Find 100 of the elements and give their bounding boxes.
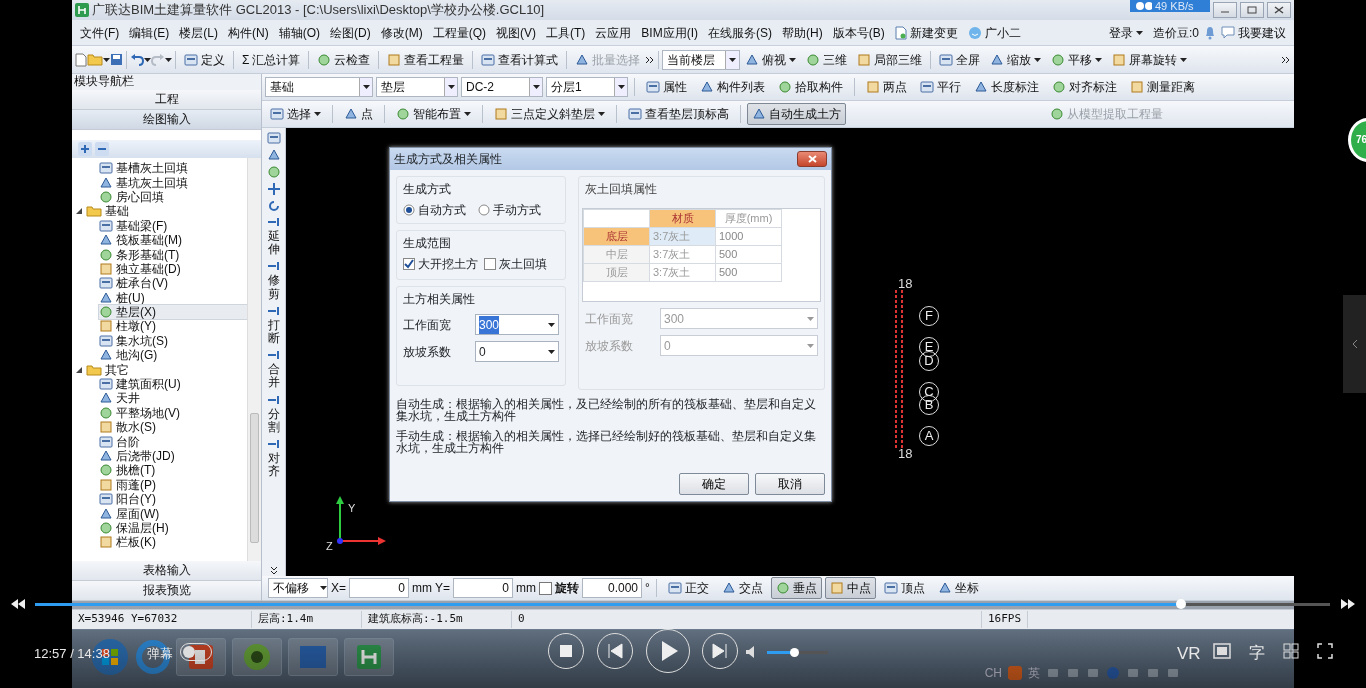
menu-item[interactable]: 帮助(H) [777,23,828,42]
tree-item[interactable]: 台阶 [99,434,247,449]
toolbar-button[interactable]: 自动生成土方 [747,103,846,125]
menu-item[interactable]: 文件(F) [75,23,125,42]
menu-item[interactable]: 楼层(L) [174,23,223,42]
dialog-button[interactable]: 取消 [755,473,825,495]
menu-item[interactable]: 视图(V) [491,23,541,42]
minus-icon[interactable] [95,142,109,156]
menu-item[interactable]: BIM应用(I) [636,23,703,42]
undo-icon[interactable] [130,53,144,66]
progress-thumb[interactable] [1176,599,1187,609]
toolbar-button[interactable]: 平行 [915,76,966,98]
tree-item[interactable]: 房心回填 [99,189,247,205]
nav-tab[interactable]: 绘图输入 [72,110,261,130]
tree-item[interactable]: 独立基础(D) [99,261,247,277]
tree-group[interactable]: 基础 [105,204,129,219]
fullscreen-icon[interactable] [1317,643,1333,659]
tree-item[interactable]: 筏板基础(M) [99,232,247,248]
toolbar-button[interactable]: 全屏 [934,48,986,71]
tree-item[interactable]: 天井 [99,391,247,406]
toolbar-button[interactable]: 构件列表 [695,76,770,98]
menu-item[interactable]: 编辑(E) [124,23,175,42]
toolbar-button[interactable]: 平移 [1046,48,1108,71]
menu-button[interactable]: 新建变更 [889,21,963,44]
volume-track[interactable] [767,651,828,654]
tree-item[interactable]: 柱墩(Y) [99,319,247,334]
fast-forward-icon[interactable] [1341,599,1355,609]
menu-item[interactable]: 版本号(B) [827,23,890,42]
toolbar-button[interactable]: 查看计算式 [476,48,564,71]
snap-button[interactable]: 垂点 [770,577,822,599]
toolbar-button[interactable]: 俯视 [740,48,802,71]
side-tool-button[interactable]: 延伸 [265,216,282,258]
tree-item[interactable]: 基础梁(F) [99,218,247,233]
menu-item[interactable]: 工程量(Q) [427,23,491,42]
suggest-button[interactable]: 我要建议 [1216,21,1291,44]
dialog-button[interactable]: 确定 [679,473,749,495]
tree-item[interactable]: 地沟(G) [99,348,247,363]
rotate-icon[interactable] [266,199,281,213]
save-icon[interactable] [110,53,123,66]
toolbar-button[interactable]: 三维 [801,48,853,71]
toolbar-button[interactable]: 云检查 [312,48,376,71]
toolbar-button[interactable]: 属性 [641,76,692,98]
toolbar-button[interactable]: 查看工程量 [382,48,470,71]
radio-option[interactable]: 自动方式 [403,201,466,219]
tree-item[interactable]: 雨蓬(P) [99,477,247,492]
menu-item[interactable]: 修改(M) [375,23,428,42]
rewind-icon[interactable] [11,599,25,609]
side-tool-button[interactable]: 打断 [265,304,282,347]
tree-item[interactable]: 阳台(Y) [99,492,247,507]
dropdown-field[interactable]: 300 [475,314,559,335]
tree-item[interactable]: 栏板(K) [99,535,247,550]
snap-button[interactable]: 中点 [824,577,876,599]
toolbar-button[interactable]: 智能布置 [391,103,476,125]
side-tool-button[interactable]: 修剪 [265,260,282,302]
component-dropdown[interactable]: 基础 [265,77,373,97]
move-icon[interactable] [266,182,281,196]
plus-icon[interactable] [78,142,92,156]
chevron-icon[interactable] [1281,55,1291,64]
snap-button[interactable]: 正交 [662,577,714,599]
tree-item[interactable]: 垫层(X) [99,304,247,320]
menu-item[interactable]: 云应用 [590,23,637,42]
grid-icon[interactable] [1283,643,1299,659]
toolbar-button[interactable]: 查看垫层顶标高 [623,103,734,125]
tree-item[interactable]: 平整场地(V) [99,405,247,421]
toolbar-button[interactable]: 拾取构件 [773,76,848,98]
tree-item[interactable]: 屋面(W) [99,506,247,521]
nav-tab[interactable]: 表格输入 [72,561,261,581]
offset-dropdown[interactable]: 不偏移 [268,578,328,598]
tree-item[interactable]: 桩(U) [99,290,247,305]
login-menu[interactable]: 登录 [1104,21,1148,44]
screen-icon[interactable] [1213,643,1231,659]
tree-item[interactable]: 桩承台(V) [99,276,247,291]
menu-button[interactable]: 广小二 [962,21,1026,44]
toolbar-button[interactable]: 对齐标注 [1047,76,1122,98]
toolbar-button[interactable]: 两点 [861,76,912,98]
checkbox-option[interactable]: 大开挖土方 [403,255,478,273]
tree-item[interactable]: 集水坑(S) [99,333,247,349]
tree-item[interactable]: 保温层(H) [99,520,247,536]
snap-button[interactable]: 坐标 [932,577,984,599]
menu-item[interactable]: 绘图(D) [325,23,376,42]
toolbar-button[interactable]: Σ 汇总计算 [237,48,306,71]
component-dropdown[interactable]: 垫层 [376,77,458,97]
tree-item[interactable]: 挑檐(T) [99,463,247,478]
subtitle-button[interactable]: 字 [1249,641,1265,665]
toolbar-button[interactable]: 屏幕旋转 [1107,48,1193,71]
angle-field[interactable]: 0.000 [582,578,643,598]
nav-tab[interactable]: 报表预览 [72,581,261,601]
toolbar-button[interactable]: 选择 [265,103,326,125]
tree-item[interactable]: 建筑面积(U) [99,376,247,392]
scrollbar-thumb[interactable] [250,413,259,543]
tree-group[interactable]: 其它 [105,362,129,377]
rotate-checkbox[interactable] [539,581,553,595]
toolbar-button[interactable]: 点 [339,103,378,125]
close-button[interactable] [797,151,827,167]
tree-item[interactable]: 基坑灰土回填 [99,175,247,190]
tree-item[interactable]: 散水(S) [99,420,247,435]
side-tool-button[interactable]: 分割 [265,393,282,435]
tree-item[interactable]: 后浇带(JD) [99,448,247,464]
coordinate-field[interactable]: 0 [349,578,409,598]
floor-dropdown[interactable]: 当前楼层 [662,49,741,70]
